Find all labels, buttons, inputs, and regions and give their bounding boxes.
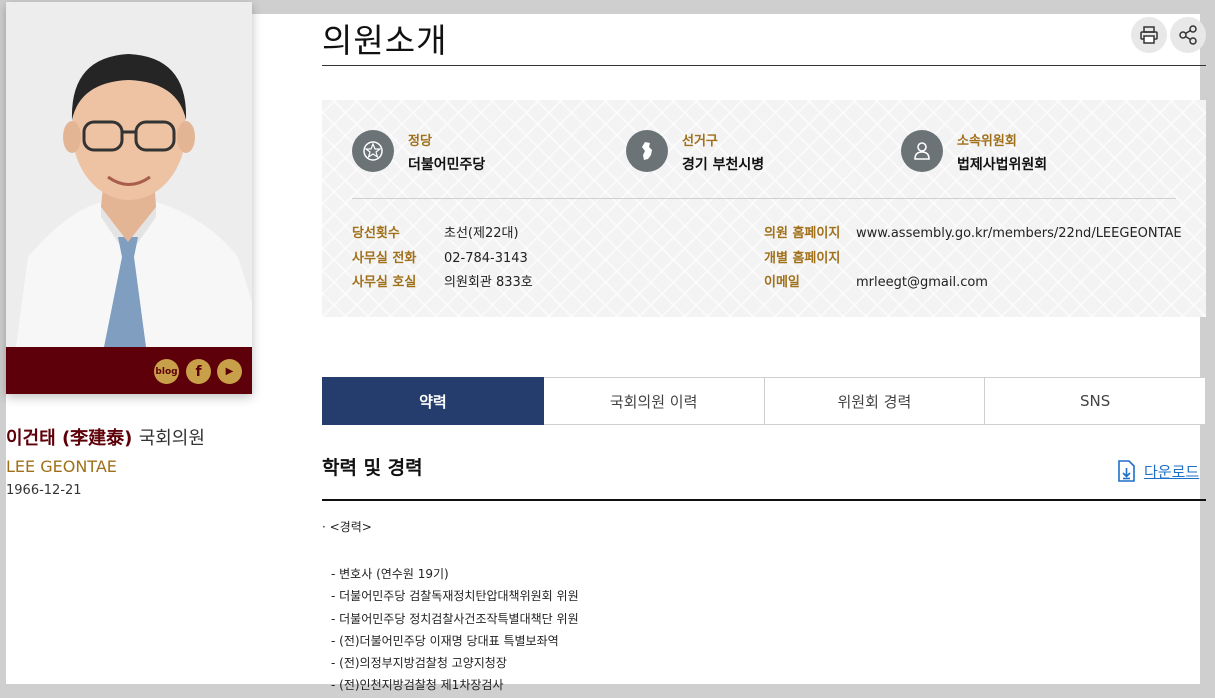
member-name-korean: 이건태 (李建泰) [6, 428, 133, 449]
download-label: 다운로드 [1144, 462, 1200, 481]
detail-value: 02-784-3143 [444, 251, 528, 266]
detail-label: 당선횟수 [352, 226, 400, 241]
list-item: - 변호사 (연수원 19기) [331, 567, 449, 581]
download-button[interactable]: 다운로드 [1116, 460, 1199, 482]
tab-assembly-history[interactable]: 국회의원 이력 [543, 377, 765, 425]
committee-label: 소속위원회 [957, 134, 1017, 149]
member-title: 국회의원 [138, 428, 205, 449]
profile-tabs: 약력 국회의원 이력 위원회 경력 SNS [322, 377, 1206, 425]
facebook-icon[interactable]: f [186, 359, 211, 384]
party-emblem-icon [352, 130, 394, 172]
list-item: - 더불어민주당 검찰독재정치탄압대책위원회 위원 [331, 589, 579, 604]
list-item: - 더불어민주당 정치검찰사건조작특별대책단 위원 [331, 611, 579, 626]
member-birthdate: 1966-12-21 [6, 483, 82, 498]
district-value: 경기 부천시병 [682, 157, 765, 173]
profile-card: blog f ▶ [6, 2, 252, 394]
district-label: 선거구 [682, 134, 718, 149]
email-link[interactable]: mrleegt@gmail.com [856, 275, 988, 290]
detail-personal-homepage: 개별 홈페이지 [764, 247, 856, 266]
detail-office-room: 사무실 호실 의원회관 833호 [352, 271, 533, 290]
list-item: - (전)인천지방검찰청 제1차장검사 [331, 678, 504, 693]
section-divider [322, 499, 1206, 501]
career-list: - 변호사 (연수원 19기) - 더불어민주당 검찰독재정치탄압대책위원회 위… [331, 563, 579, 697]
korea-map-icon [626, 130, 668, 172]
profile-photo [6, 2, 252, 347]
assembly-homepage-link[interactable]: www.assembly.go.kr/members/22nd/LEEGEONT… [856, 226, 1182, 241]
detail-value: 초선(제22대) [444, 226, 519, 241]
blog-icon[interactable]: blog [154, 359, 179, 384]
person-icon [901, 130, 943, 172]
download-icon [1118, 460, 1135, 482]
tab-committee-career[interactable]: 위원회 경력 [764, 377, 986, 425]
member-name-english: LEE GEONTAE [6, 457, 117, 476]
member-name: 이건태 (李建泰) 국회의원 [6, 424, 205, 450]
career-heading: · <경력> [322, 520, 372, 534]
info-panel: 정당 더불어민주당 선거구 경기 부천시병 소속위원회 법제사법위원회 당선횟수… [322, 100, 1206, 317]
detail-label: 의원 홈페이지 [764, 226, 841, 241]
list-item: - (전)더불어민주당 이재명 당대표 특별보좌역 [331, 633, 559, 648]
list-item: - (전)의정부지방검찰청 고양지청장 [331, 656, 507, 671]
section-title: 학력 및 경력 [322, 457, 423, 479]
print-icon[interactable] [1131, 17, 1167, 53]
party-label: 정당 [408, 134, 432, 149]
committee-value: 법제사법위원회 [957, 157, 1048, 173]
youtube-icon[interactable]: ▶ [217, 359, 242, 384]
detail-label: 이메일 [764, 275, 800, 290]
info-divider [352, 198, 1176, 199]
detail-value: 의원회관 833호 [444, 275, 533, 290]
detail-label: 개별 홈페이지 [764, 251, 841, 266]
tab-biography[interactable]: 약력 [322, 377, 544, 425]
title-divider [322, 65, 1206, 66]
party-value: 더불어민주당 [408, 157, 486, 173]
sns-bar: blog f ▶ [6, 347, 252, 394]
share-icon[interactable] [1170, 17, 1206, 53]
detail-label: 사무실 전화 [352, 251, 417, 266]
detail-label: 사무실 호실 [352, 275, 417, 290]
tab-sns[interactable]: SNS [985, 377, 1206, 425]
page-title: 의원소개 [322, 21, 448, 60]
detail-email: 이메일 mrleegt@gmail.com [764, 271, 988, 290]
detail-election-count: 당선횟수 초선(제22대) [352, 222, 519, 241]
detail-office-phone: 사무실 전화 02-784-3143 [352, 247, 528, 266]
detail-assembly-homepage: 의원 홈페이지 www.assembly.go.kr/members/22nd/L… [764, 222, 1182, 241]
